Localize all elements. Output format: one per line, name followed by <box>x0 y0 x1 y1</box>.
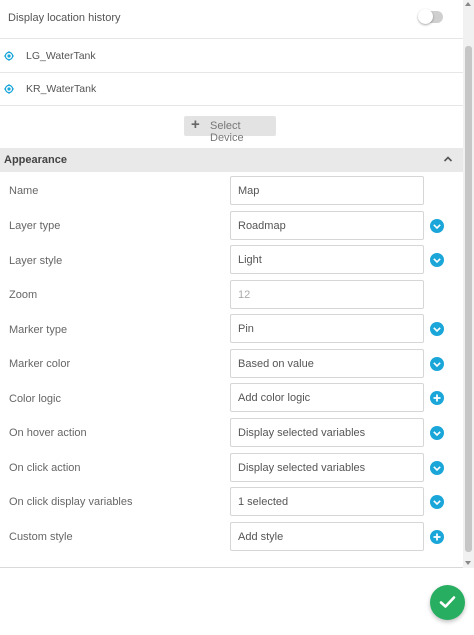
color-logic-add[interactable]: Add color logic <box>230 383 444 412</box>
appearance-section-header[interactable]: Appearance <box>0 148 463 172</box>
location-history-toggle[interactable] <box>418 9 443 24</box>
device-row[interactable]: KR_WaterTank <box>0 73 463 106</box>
device-name: KR_WaterTank <box>26 83 97 95</box>
plus-circle-icon <box>430 391 444 405</box>
on-click-display-variables-select[interactable]: 1 selected <box>230 487 444 516</box>
marker-color-select[interactable]: Based on value <box>230 349 444 378</box>
select-device-button[interactable]: + Select Device <box>184 116 276 144</box>
section-title: Appearance <box>4 154 67 166</box>
chevron-down-icon <box>430 495 444 509</box>
field-label-on-hover-action: On hover action <box>9 427 87 439</box>
select-device-label: Select Device <box>210 120 244 144</box>
chevron-down-icon <box>430 426 444 440</box>
on-click-display-variables-value: 1 selected <box>238 496 289 508</box>
marker-type-value: Pin <box>238 323 254 335</box>
location-target-icon <box>4 84 14 94</box>
vertical-scrollbar[interactable] <box>463 0 474 568</box>
confirm-button[interactable] <box>430 585 465 620</box>
field-label-layer-style: Layer style <box>9 255 63 267</box>
location-history-row: Display location history <box>0 0 463 39</box>
field-label-marker-type: Marker type <box>9 324 68 336</box>
chevron-down-icon <box>430 219 444 233</box>
settings-panel: Display location history LG_WaterTank KR… <box>0 0 463 568</box>
chevron-down-icon <box>430 357 444 371</box>
name-value: Map <box>238 185 260 197</box>
field-label-zoom: Zoom <box>9 289 38 301</box>
on-hover-action-select[interactable]: Display selected variables <box>230 418 444 447</box>
location-target-icon <box>4 51 14 61</box>
layer-style-select[interactable]: Light <box>230 245 444 274</box>
zoom-input[interactable]: 12 <box>230 280 424 309</box>
chevron-down-icon <box>430 253 444 267</box>
chevron-down-icon <box>430 461 444 475</box>
field-label-layer-type: Layer type <box>9 220 61 232</box>
chevron-up-icon[interactable] <box>442 153 454 165</box>
layer-type-value: Roadmap <box>238 220 286 232</box>
layer-type-select[interactable]: Roadmap <box>230 211 444 240</box>
device-name: LG_WaterTank <box>26 50 96 62</box>
on-click-action-select[interactable]: Display selected variables <box>230 453 444 482</box>
color-logic-value: Add color logic <box>238 392 311 404</box>
location-history-label: Display location history <box>8 12 121 24</box>
name-input[interactable]: Map <box>230 176 424 205</box>
custom-style-value: Add style <box>238 531 284 543</box>
toggle-knob <box>418 9 433 24</box>
field-label-marker-color: Marker color <box>9 358 71 370</box>
marker-color-value: Based on value <box>238 358 314 370</box>
on-click-action-value: Display selected variables <box>238 462 366 474</box>
custom-style-add[interactable]: Add style <box>230 522 444 551</box>
plus-circle-icon <box>430 530 444 544</box>
zoom-placeholder: 12 <box>238 289 251 301</box>
scroll-down-arrow-icon[interactable] <box>465 561 471 565</box>
field-label-color-logic: Color logic <box>9 393 61 405</box>
field-label-name: Name <box>9 185 39 197</box>
marker-type-select[interactable]: Pin <box>230 314 444 343</box>
checkmark-icon <box>439 596 456 608</box>
device-row[interactable]: LG_WaterTank <box>0 40 463 73</box>
field-label-on-click-action: On click action <box>9 462 81 474</box>
scroll-thumb[interactable] <box>465 46 472 552</box>
field-label-on-click-display-variables: On click display variables <box>9 496 133 508</box>
plus-icon: + <box>191 116 200 133</box>
on-hover-action-value: Display selected variables <box>238 427 366 439</box>
layer-style-value: Light <box>238 254 262 266</box>
chevron-down-icon <box>430 322 444 336</box>
scroll-up-arrow-icon[interactable] <box>465 2 471 6</box>
field-label-custom-style: Custom style <box>9 531 73 543</box>
